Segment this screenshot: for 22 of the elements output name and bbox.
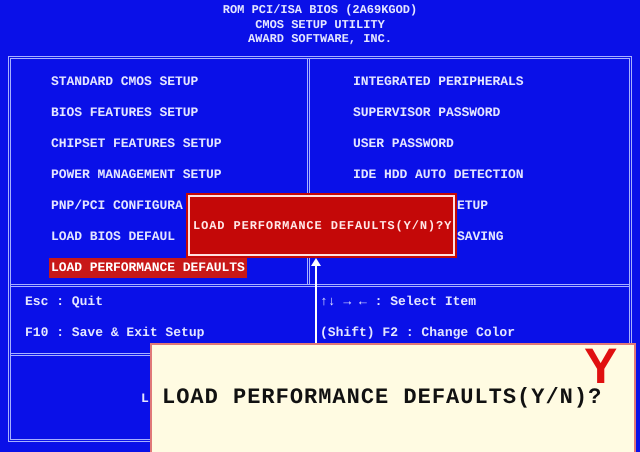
menu-item[interactable]: STANDARD CMOS SETUP <box>49 72 200 92</box>
menu-item[interactable]: BIOS FEATURES SETUP <box>49 103 200 123</box>
key-hint: (Shift) F2 : Change Color <box>320 324 516 342</box>
header-line: AWARD SOFTWARE, INC. <box>248 32 392 46</box>
menu-item[interactable]: PNP/PCI CONFIGURA <box>49 196 185 216</box>
menu-item[interactable]: LOAD PERFORMANCE DEFAULTS <box>49 258 247 278</box>
menu-item[interactable]: ETUP <box>455 196 490 216</box>
key-hint: F10 : Save & Exit Setup <box>25 324 204 342</box>
menu-item[interactable]: IDE HDD AUTO DETECTION <box>351 165 526 185</box>
menu-item[interactable]: CHIPSET FEATURES SETUP <box>49 134 224 154</box>
menu-item[interactable]: POWER MANAGEMENT SETUP <box>49 165 224 185</box>
dialog-message: LOAD PERFORMANCE DEFAULTS(Y/N)?Y <box>193 218 452 234</box>
menu-item[interactable]: SUPERVISOR PASSWORD <box>351 103 502 123</box>
menu-item[interactable]: USER PASSWORD <box>351 134 456 154</box>
status-text: L <box>141 390 149 406</box>
menu-item[interactable]: SAVING <box>455 227 506 247</box>
header-line: CMOS SETUP UTILITY <box>255 18 385 32</box>
key-hint: ↑↓ → ← : Select Item <box>320 293 476 312</box>
menu-item[interactable]: INTEGRATED PERIPHERALS <box>351 72 526 92</box>
menu-item[interactable]: LOAD BIOS DEFAUL <box>49 227 178 247</box>
key-hint: Esc : Quit <box>25 293 104 312</box>
header-line: ROM PCI/ISA BIOS (2A69KGOD) <box>222 3 418 18</box>
